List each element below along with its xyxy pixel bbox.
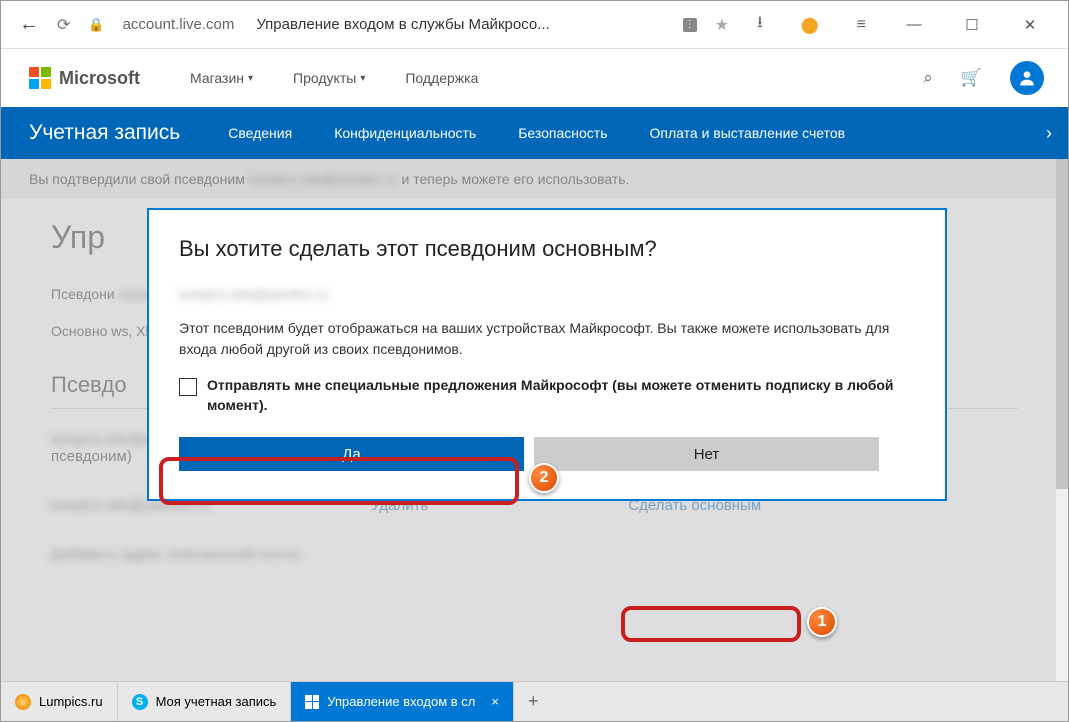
microsoft-logo[interactable]: Microsoft: [29, 67, 140, 89]
menu-icon[interactable]: ≡: [857, 16, 866, 34]
close-tab-icon[interactable]: ×: [491, 694, 499, 709]
nav-scroll-right-icon[interactable]: ›: [1046, 123, 1052, 144]
nav-products[interactable]: Продукты▾: [293, 70, 365, 86]
taskbar-tab-active[interactable]: Управление входом в сл ×: [291, 682, 514, 721]
annotation-badge-1: 1: [807, 607, 837, 637]
url-text[interactable]: account.live.com: [123, 16, 235, 33]
taskbar: Lumpics.ru S Моя учетная запись Управлен…: [1, 681, 1068, 721]
account-title[interactable]: Учетная запись: [29, 121, 180, 145]
modal-description: Этот псевдоним будет отображаться на ваш…: [179, 318, 915, 360]
taskbar-tab-skype[interactable]: S Моя учетная запись: [118, 682, 292, 721]
nav-billing[interactable]: Оплата и выставление счетов: [650, 125, 846, 141]
lumpics-favicon: [15, 694, 31, 710]
reload-icon[interactable]: ⟳: [57, 15, 70, 35]
no-button[interactable]: Нет: [534, 437, 879, 471]
modal-title: Вы хотите сделать этот псевдоним основны…: [179, 236, 915, 262]
cart-icon[interactable]: 🛒: [961, 68, 982, 88]
security-badge-icon[interactable]: ⋮: [683, 18, 697, 32]
nav-support[interactable]: Поддержка: [405, 70, 478, 86]
lock-icon: 🔒: [88, 17, 104, 33]
taskbar-tab-lumpics[interactable]: Lumpics.ru: [1, 682, 118, 721]
browser-toolbar: ← ⟳ 🔒 account.live.com Управление входом…: [1, 1, 1068, 49]
skype-icon: S: [132, 694, 148, 710]
annotation-badge-2: 2: [529, 463, 559, 493]
avatar[interactable]: [1010, 61, 1044, 95]
close-window-button[interactable]: ✕: [1010, 16, 1050, 34]
microsoft-header: Microsoft Магазин▾ Продукты▾ Поддержка ⌕…: [1, 49, 1068, 107]
header-nav: Магазин▾ Продукты▾ Поддержка: [190, 70, 478, 86]
microsoft-logo-icon: [29, 67, 51, 89]
modal-alias: lumpics.site@yandex.ru: [179, 286, 915, 302]
chevron-down-icon: ▾: [248, 73, 253, 84]
offers-checkbox-label: Отправлять мне специальные предложения М…: [207, 376, 915, 415]
offers-checkbox-row: Отправлять мне специальные предложения М…: [179, 376, 915, 415]
microsoft-favicon: [305, 695, 319, 709]
confirm-primary-modal: Вы хотите сделать этот псевдоним основны…: [147, 208, 947, 501]
maximize-button[interactable]: ☐: [952, 16, 992, 34]
page-title-text: Управление входом в службы Майкросо...: [256, 16, 549, 33]
download-icon[interactable]: ⭳: [757, 11, 763, 38]
new-tab-button[interactable]: +: [514, 691, 553, 712]
chevron-down-icon: ▾: [360, 73, 365, 84]
search-icon[interactable]: ⌕: [923, 68, 933, 88]
yes-button[interactable]: Да: [179, 437, 524, 471]
nav-privacy[interactable]: Конфиденциальность: [334, 125, 476, 141]
add-alias-link[interactable]: Добавить адрес электронной почты: [51, 546, 301, 563]
nav-info[interactable]: Сведения: [228, 125, 292, 141]
account-nav: Учетная запись Сведения Конфиденциальнос…: [1, 107, 1068, 159]
nav-store[interactable]: Магазин▾: [190, 70, 253, 86]
nav-security[interactable]: Безопасность: [518, 125, 607, 141]
bookmark-star-icon[interactable]: ★: [715, 15, 729, 35]
offers-checkbox[interactable]: [179, 378, 197, 396]
extension-icon[interactable]: ⬤: [801, 15, 819, 35]
brand-text: Microsoft: [59, 68, 140, 89]
minimize-button[interactable]: —: [894, 16, 934, 33]
back-button[interactable]: ←: [19, 13, 39, 36]
